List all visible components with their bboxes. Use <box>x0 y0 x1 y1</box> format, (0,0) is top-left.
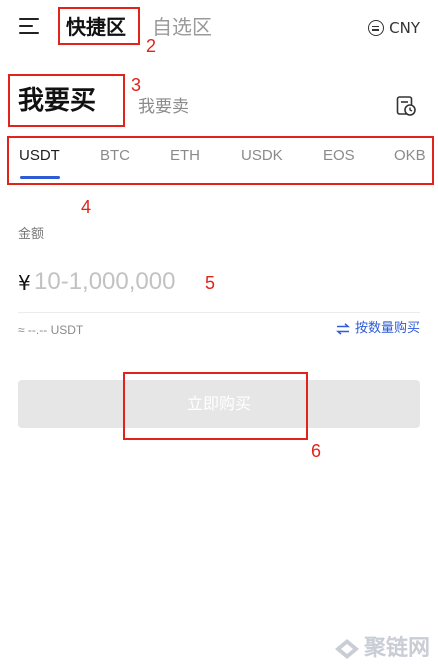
tab-sell[interactable]: 我要卖 <box>138 96 189 118</box>
order-history-icon[interactable] <box>395 95 417 117</box>
amount-divider <box>18 312 420 313</box>
watermark-logo-icon <box>334 639 359 659</box>
annotation-box-3 <box>8 74 125 127</box>
buy-by-quantity-link[interactable]: 按数量购买 <box>336 320 420 338</box>
currency-symbol: ¥ <box>18 271 31 295</box>
swap-icon <box>336 323 350 335</box>
amount-input[interactable] <box>34 264 414 300</box>
watermark-text: 聚链网 <box>363 636 430 661</box>
estimate-text: ≈ --.-- USDT <box>18 323 84 337</box>
watermark: 聚链网 <box>334 636 430 662</box>
annotation-number-3: 3 <box>131 75 142 95</box>
annotation-box-2 <box>58 7 140 45</box>
annotation-box-4 <box>7 136 434 185</box>
annotation-number-2: 2 <box>146 36 157 56</box>
annotation-number-5: 5 <box>205 273 216 293</box>
tab-custom-zone[interactable]: 自选区 <box>152 13 212 41</box>
amount-label: 金额 <box>18 227 45 242</box>
currency-selector[interactable]: CNY <box>368 18 420 38</box>
annotation-number-4: 4 <box>81 197 92 217</box>
annotation-number-6: 6 <box>311 441 322 461</box>
currency-exchange-icon <box>368 20 385 36</box>
menu-icon[interactable] <box>19 16 41 36</box>
currency-label: CNY <box>389 19 420 37</box>
buy-by-quantity-label: 按数量购买 <box>354 321 420 336</box>
annotation-box-6 <box>123 372 308 440</box>
